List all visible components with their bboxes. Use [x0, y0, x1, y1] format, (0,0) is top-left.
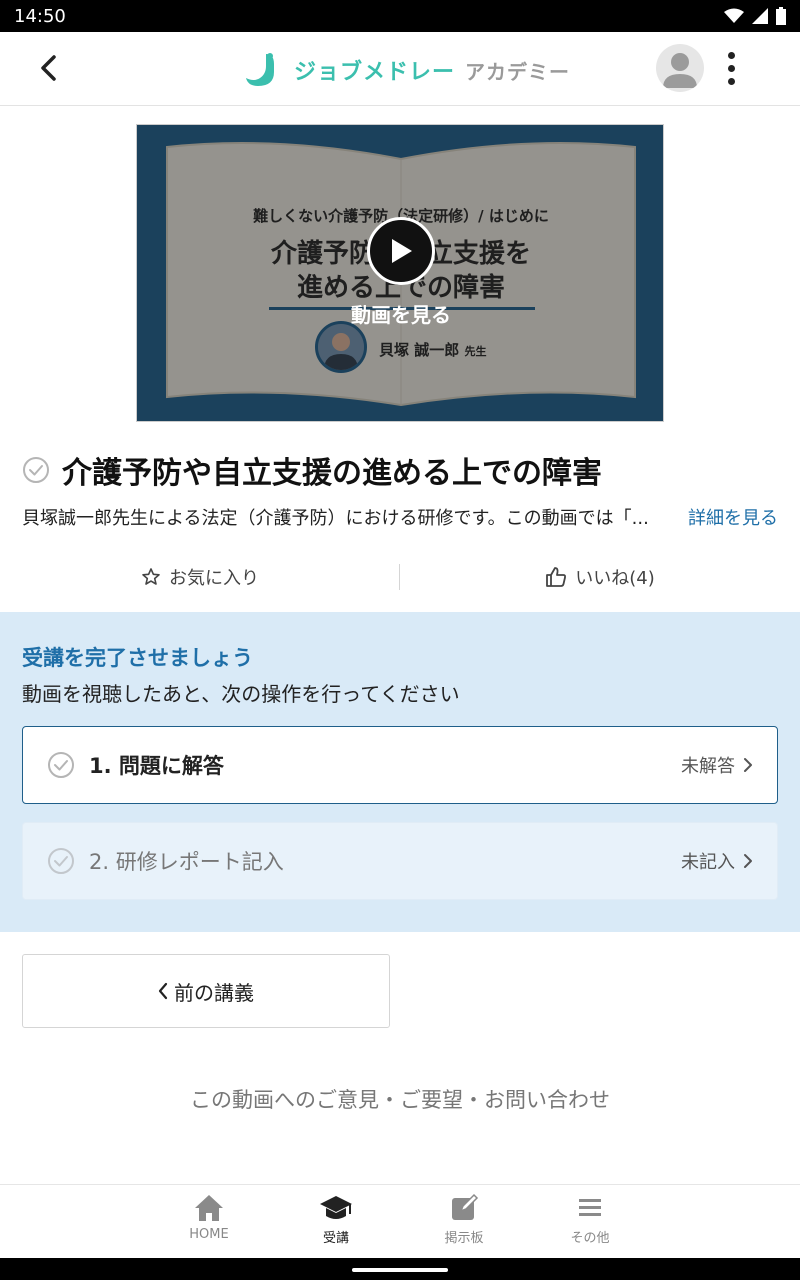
- back-button[interactable]: [28, 48, 68, 88]
- nav-label: 受講: [322, 1231, 349, 1246]
- signal-icon: [752, 8, 768, 24]
- play-icon: [392, 239, 412, 263]
- nav-label: 掲示板: [444, 1231, 484, 1246]
- show-details-link[interactable]: 詳細を見る: [688, 504, 778, 530]
- previous-lecture-label: 前の講義: [174, 980, 254, 1005]
- completion-section: 受講を完了させましょう 動画を視聴したあと、次の操作を行ってください 1. 問題…: [0, 612, 800, 932]
- more-dot-icon: [727, 51, 735, 59]
- logo-subtext: アカデミー: [465, 59, 571, 84]
- task-status-text: 未記入: [681, 852, 735, 873]
- task-write-report[interactable]: 2. 研修レポート記入 未記入: [22, 822, 778, 900]
- previous-lecture-button[interactable]: 前の講義: [22, 954, 390, 1028]
- favorite-button[interactable]: お気に入り: [0, 560, 400, 594]
- chevron-left-icon: [158, 982, 168, 1000]
- more-dot-icon: [727, 77, 735, 85]
- check-circle-icon: [23, 457, 49, 483]
- task-status: 未解答: [681, 752, 753, 778]
- gesture-handle[interactable]: [352, 1268, 448, 1272]
- actions-row: お気に入り いいね(4): [0, 560, 800, 594]
- status-bar: 14:50: [0, 0, 800, 32]
- watch-video-label: 動画を見る: [351, 303, 451, 327]
- feedback-link[interactable]: この動画へのご意見・ご要望・お問い合わせ: [0, 1084, 800, 1114]
- more-dot-icon: [727, 64, 735, 72]
- check-circle-icon: [48, 752, 74, 778]
- battery-icon: [776, 7, 786, 25]
- video-player[interactable]: 難しくない介護予防（法定研修）/ はじめに 介護予防や自立支援を 進める上での障…: [136, 124, 664, 422]
- system-gesture-bar: [0, 1258, 800, 1280]
- lesson-title-row: 介護予防や自立支援の進める上での障害: [22, 448, 602, 492]
- lesson-description: 貝塚誠一郎先生による法定（介護予防）における研修です。この動画では「... 詳細…: [22, 504, 782, 530]
- chevron-left-icon: [41, 55, 56, 81]
- chevron-right-icon: [744, 854, 752, 868]
- wifi-icon: [724, 8, 744, 23]
- task-label: 1. 問題に解答: [89, 754, 224, 778]
- user-icon: [663, 53, 697, 88]
- edit-icon: [452, 1193, 479, 1220]
- thumbs-up-icon: [546, 567, 567, 587]
- task-label: 2. 研修レポート記入: [89, 850, 284, 874]
- favorite-label: お気に入り: [169, 568, 259, 589]
- completion-heading: 受講を完了させましょう: [22, 646, 253, 670]
- logo-text: ジョブメドレー: [294, 60, 456, 85]
- logo-mark-icon: [246, 53, 274, 86]
- lesson-title: 介護予防や自立支援の進める上での障害: [62, 456, 602, 491]
- task-status-text: 未解答: [681, 756, 735, 777]
- like-button[interactable]: いいね(4): [400, 560, 800, 594]
- home-icon: [195, 1195, 223, 1221]
- app-logo[interactable]: ジョブメドレー アカデミー: [244, 50, 570, 90]
- avatar[interactable]: [656, 44, 704, 92]
- bottom-nav: HOME 受講 掲示板 その他: [0, 1184, 800, 1258]
- like-label: いいね(4): [575, 568, 655, 589]
- app-header: ジョブメドレー アカデミー: [0, 32, 800, 106]
- nav-lectures[interactable]: 受講: [276, 1193, 396, 1246]
- nav-home[interactable]: HOME: [149, 1193, 269, 1242]
- menu-icon: [579, 1199, 601, 1216]
- nav-board[interactable]: 掲示板: [404, 1193, 524, 1246]
- graduation-cap-icon: [320, 1196, 352, 1219]
- nav-label: その他: [570, 1231, 610, 1246]
- status-time: 14:50: [14, 5, 66, 27]
- nav-label: HOME: [189, 1227, 229, 1242]
- play-button[interactable]: [367, 217, 435, 285]
- status-icons: [724, 7, 786, 25]
- chevron-right-icon: [744, 758, 752, 772]
- nav-other[interactable]: その他: [530, 1193, 650, 1246]
- task-status: 未記入: [681, 848, 753, 874]
- task-answer-questions[interactable]: 1. 問題に解答 未解答: [22, 726, 778, 804]
- star-icon: [142, 568, 160, 585]
- completion-subheading: 動画を視聴したあと、次の操作を行ってください: [22, 682, 460, 706]
- description-text: 貝塚誠一郎先生による法定（介護予防）における研修です。この動画では「...: [22, 508, 649, 529]
- actions-divider: [399, 564, 400, 590]
- check-circle-icon: [48, 848, 74, 874]
- more-options-button[interactable]: [716, 48, 746, 88]
